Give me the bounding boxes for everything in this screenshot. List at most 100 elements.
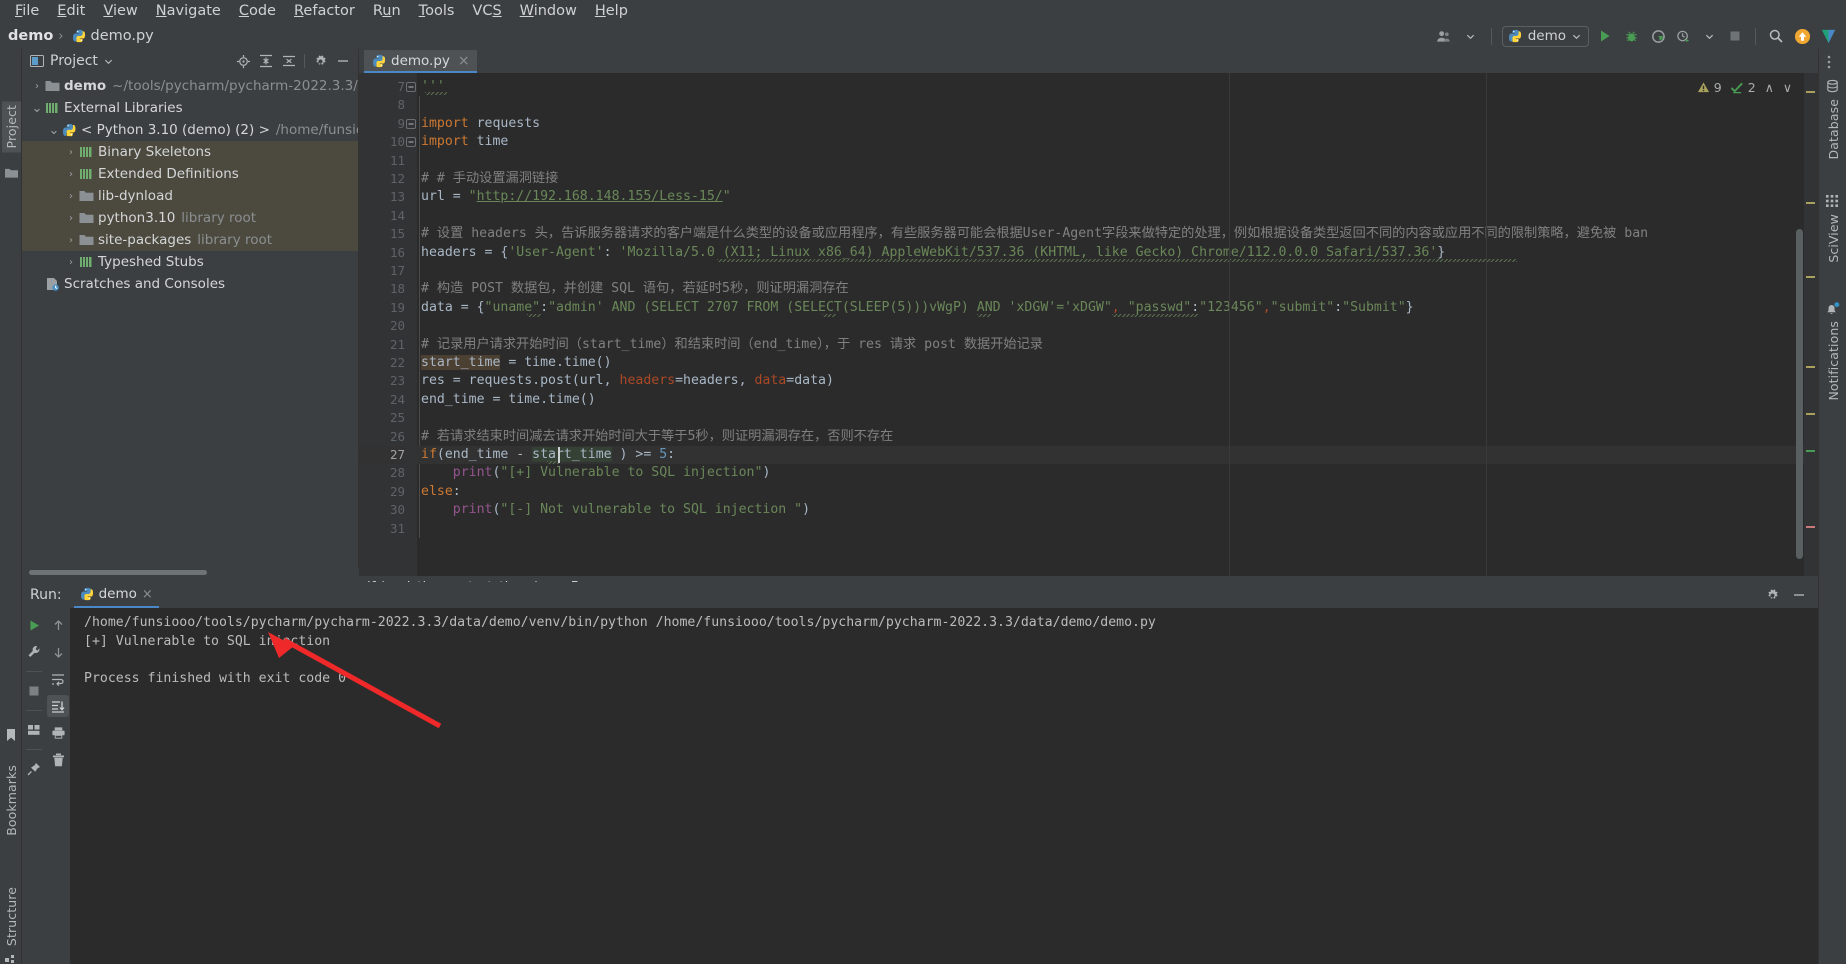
code-fold-marker[interactable] [406,118,416,129]
menu-help[interactable]: Help [586,0,637,23]
code-line[interactable]: # 设置 headers 头，告诉服务器请求的客户端是什么类型的设备或应用程序，… [421,225,1648,243]
tree-row[interactable]: ⌄ < Python 3.10 (demo) (2) > /home/funsioo… [22,119,358,141]
code-line[interactable]: # 构造 POST 数据包，并创建 SQL 语句，若延时5秒，则证明漏洞存在 [421,280,849,298]
run-console-output[interactable]: /home/funsiooo/tools/pycharm/pycharm-202… [70,608,1818,964]
debug-icon[interactable] [1621,26,1641,46]
tree-row[interactable]: › Binary Skeletons [22,141,358,163]
tool-window-notifications[interactable]: Notifications [1826,321,1841,401]
tool-window-sciview[interactable]: SciView [1826,214,1841,263]
chevron-right-icon[interactable]: › [64,147,78,158]
gear-icon[interactable] [1765,588,1780,603]
user-account-icon[interactable] [1435,26,1455,46]
editor-body[interactable]: 7 8 9 10 11 12 13 14 15 16 17 18 19 20 21 22 23 24 25 26 27 2… [359,73,1818,576]
previous-problem-icon[interactable]: ∧ [1765,80,1774,95]
breadcrumb-project[interactable]: demo [8,28,53,44]
code-line[interactable]: print("[-] Not vulnerable to SQL injecti… [421,501,810,519]
code-line[interactable]: # # 手动设置漏洞链接 [421,170,558,188]
code-line[interactable]: start_time = time.time() [421,354,612,372]
chevron-down-icon[interactable]: ⌄ [30,101,44,116]
chevron-right-icon[interactable]: › [64,235,78,246]
tool-window-structure[interactable]: Structure [4,887,19,946]
menu-navigate[interactable]: Navigate [147,0,230,23]
menu-run[interactable]: Run [364,0,410,23]
hide-icon[interactable] [1792,588,1806,602]
menu-tools[interactable]: Tools [410,0,464,23]
chevron-right-icon[interactable]: › [64,169,78,180]
tool-window-database[interactable]: Database [1826,99,1841,159]
editor-tab-demo-py[interactable]: demo.py × [364,50,477,73]
chevron-down-icon[interactable] [104,57,113,66]
editor-gutter[interactable]: 7 8 9 10 11 12 13 14 15 16 17 18 19 20 21 22 23 24 25 26 27 2… [359,73,417,576]
menu-vcs[interactable]: VCS [463,0,510,23]
code-fold-marker[interactable] [406,82,416,92]
code-line[interactable]: data = {"uname":"admin' AND (SELECT 2707… [421,299,1414,317]
stripe-mark[interactable] [1806,276,1815,278]
code-line[interactable]: else: [421,483,461,501]
tree-row[interactable]: › python3.10 library root [22,207,358,229]
code-line[interactable]: import time [421,133,508,151]
code-line[interactable]: res = requests.post(url, headers=headers… [421,372,834,390]
chevron-right-icon[interactable]: › [64,213,78,224]
stripe-mark[interactable] [1806,202,1815,204]
tool-window-project[interactable]: Project [2,101,21,153]
user-account-chevron-icon[interactable] [1461,26,1481,46]
stop-icon[interactable] [23,680,45,702]
up-icon[interactable] [47,614,69,636]
soft-wrap-icon[interactable] [47,668,69,690]
close-icon[interactable]: × [142,587,153,602]
stripe-mark[interactable] [1806,450,1815,452]
layout-icon[interactable] [23,719,45,741]
tool-window-bookmarks[interactable]: Bookmarks [4,765,19,836]
locate-icon[interactable] [235,53,251,69]
run-icon[interactable] [1595,26,1615,46]
tree-row[interactable]: › lib-dynload [22,185,358,207]
menu-refactor[interactable]: Refactor [285,0,364,23]
hide-icon[interactable] [335,53,351,69]
code-line[interactable]: print("[+] Vulnerable to SQL injection") [421,464,771,482]
menu-code[interactable]: Code [230,0,285,23]
search-everywhere-icon[interactable] [1766,26,1786,46]
expand-all-icon[interactable] [258,53,274,69]
stripe-mark[interactable] [1806,413,1815,415]
menu-window[interactable]: Window [511,0,586,23]
editor-fold-gutter[interactable] [405,73,417,576]
gear-icon[interactable] [312,53,328,69]
tree-row[interactable]: › demo ~/tools/pycharm/pycharm-2022.3.3/da… [22,75,358,97]
more-options-icon[interactable] [1827,55,1831,69]
coverage-icon[interactable] [1647,26,1667,46]
menu-view[interactable]: View [94,0,146,23]
down-icon[interactable] [47,641,69,663]
collapse-all-icon[interactable] [281,53,297,69]
updates-icon[interactable] [1792,26,1812,46]
scroll-to-end-icon[interactable] [47,695,69,717]
chevron-right-icon[interactable]: › [64,257,78,268]
breadcrumb-file[interactable]: demo.py [91,28,154,44]
pin-icon[interactable] [23,758,45,780]
print-icon[interactable] [47,722,69,744]
stripe-mark[interactable] [1806,366,1815,368]
editor-vertical-scrollbar[interactable] [1796,229,1803,559]
next-problem-icon[interactable]: ∨ [1783,80,1792,95]
editor-code-area[interactable]: ''' import requests import time # # 手动设置漏洞链… [417,73,1818,576]
chevron-right-icon[interactable]: › [30,81,44,92]
chevron-down-icon[interactable]: ⌄ [47,123,61,138]
project-horizontal-scrollbar[interactable] [22,568,359,576]
scrollbar-thumb[interactable] [29,570,207,575]
tree-row[interactable]: › site-packages library root [22,229,358,251]
menu-file[interactable]: File [6,0,48,23]
tree-row[interactable]: ⌄ External Libraries [22,97,358,119]
tree-row[interactable]: › Extended Definitions [22,163,358,185]
error-stripe[interactable] [1804,73,1818,576]
trash-icon[interactable] [47,749,69,771]
stop-icon[interactable] [1725,26,1745,46]
stripe-mark[interactable] [1806,526,1815,528]
tree-row[interactable]: › Typeshed Stubs [22,251,358,273]
profile-chevron-icon[interactable] [1699,26,1719,46]
code-line[interactable]: # 若请求结束时间减去请求开始时间大于等于5秒，则证明漏洞存在，否则不存在 [421,428,893,446]
code-line[interactable]: end_time = time.time() [421,391,596,409]
wrench-icon[interactable] [23,641,45,663]
ide-icon[interactable] [1818,26,1838,46]
stripe-mark[interactable] [1806,91,1815,93]
profile-icon[interactable] [1673,26,1693,46]
inspection-widget[interactable]: 9 2 ∧ ∨ [1697,77,1792,97]
